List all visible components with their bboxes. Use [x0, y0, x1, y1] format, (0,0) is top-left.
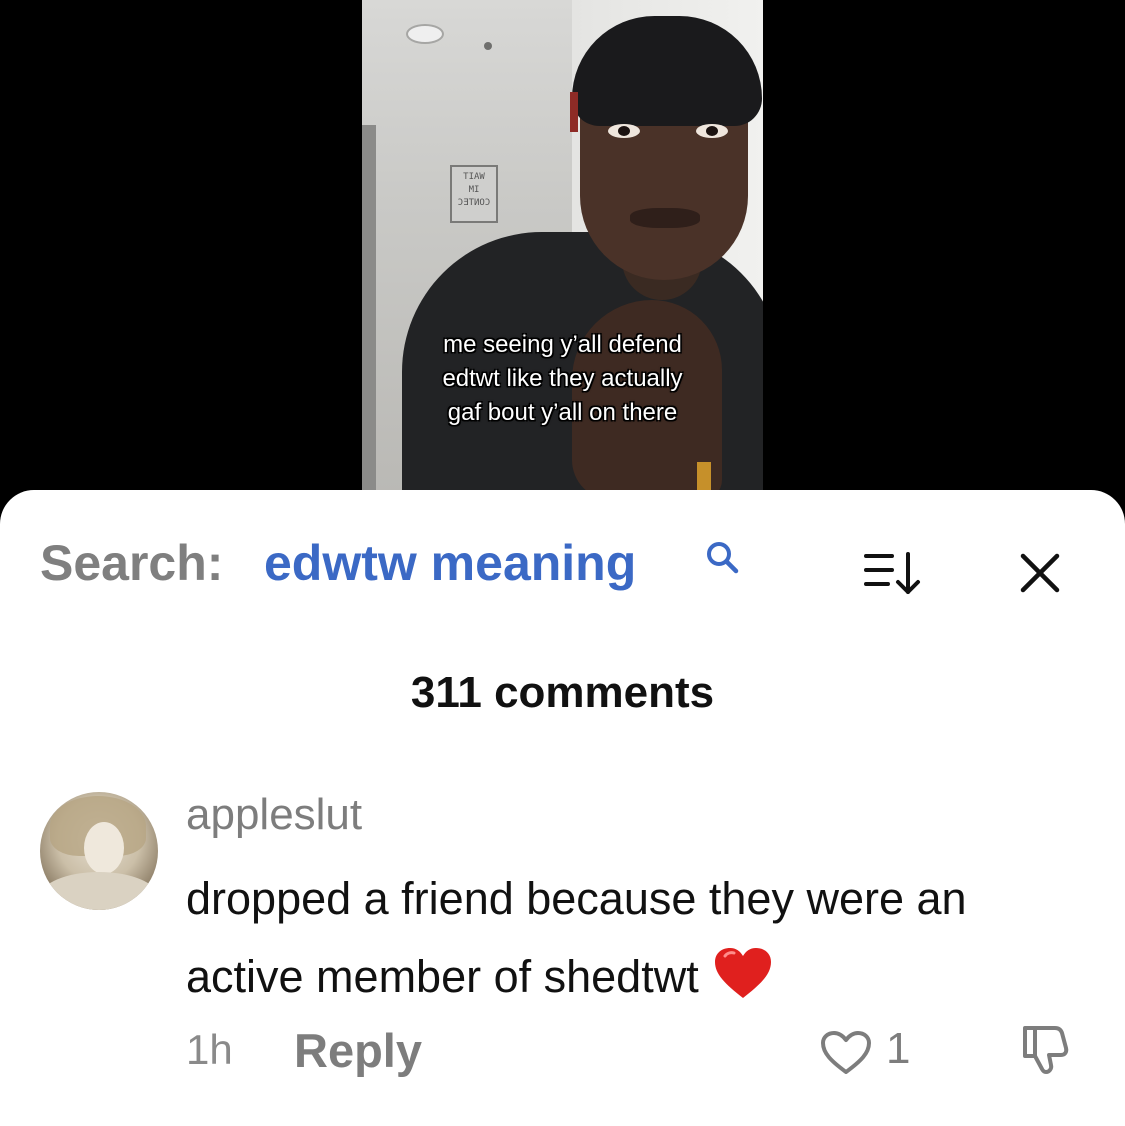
like-count: 1 — [886, 1024, 911, 1073]
wall-poster: TIAW MI ƆƎTИOƆ — [450, 165, 498, 223]
search-label: Search: — [40, 535, 224, 591]
comment-body: dropped a friend because they were an ac… — [186, 873, 967, 1002]
background-door — [362, 125, 376, 510]
poster-line: TIAW — [463, 172, 485, 182]
person-eye — [696, 124, 728, 138]
thumbs-down-icon[interactable] — [1017, 1022, 1075, 1074]
red-heart-emoji-icon — [714, 948, 771, 998]
caption-line: edtwt like they actually — [442, 365, 683, 392]
video-player[interactable]: TIAW MI ƆƎTИOƆ me seeing y’all defend ed… — [362, 0, 763, 510]
caption-line: gaf bout y’all on there — [447, 399, 678, 426]
person-eye — [608, 124, 640, 138]
avatar[interactable] — [40, 792, 158, 910]
ceiling-light — [406, 24, 444, 44]
poster-line: MI — [468, 185, 480, 195]
comment-text: dropped a friend because they were an ac… — [186, 860, 1066, 1016]
durag-tie — [570, 92, 578, 132]
poster-line: ƆƎTИOƆ — [457, 198, 491, 208]
search-icon[interactable] — [703, 538, 743, 578]
heart-outline-icon[interactable] — [820, 1030, 872, 1076]
sort-icon[interactable] — [862, 548, 924, 598]
caption-line: me seeing y’all defend — [443, 331, 682, 358]
reply-button[interactable]: Reply — [294, 1023, 422, 1078]
comment-username[interactable]: appleslut — [186, 790, 362, 840]
comment-timestamp: 1h — [186, 1026, 233, 1073]
ceiling-sensor — [484, 42, 492, 50]
comments-sheet: Search: edwtw meaning 311 comments apple… — [0, 490, 1125, 1126]
person-lips — [630, 208, 700, 228]
comments-count: 311 comments — [410, 668, 715, 717]
video-caption: me seeing y’all defend edtwt like they a… — [362, 328, 763, 430]
search-query-link[interactable]: edwtw meaning — [264, 534, 636, 592]
close-icon[interactable] — [1015, 548, 1065, 598]
